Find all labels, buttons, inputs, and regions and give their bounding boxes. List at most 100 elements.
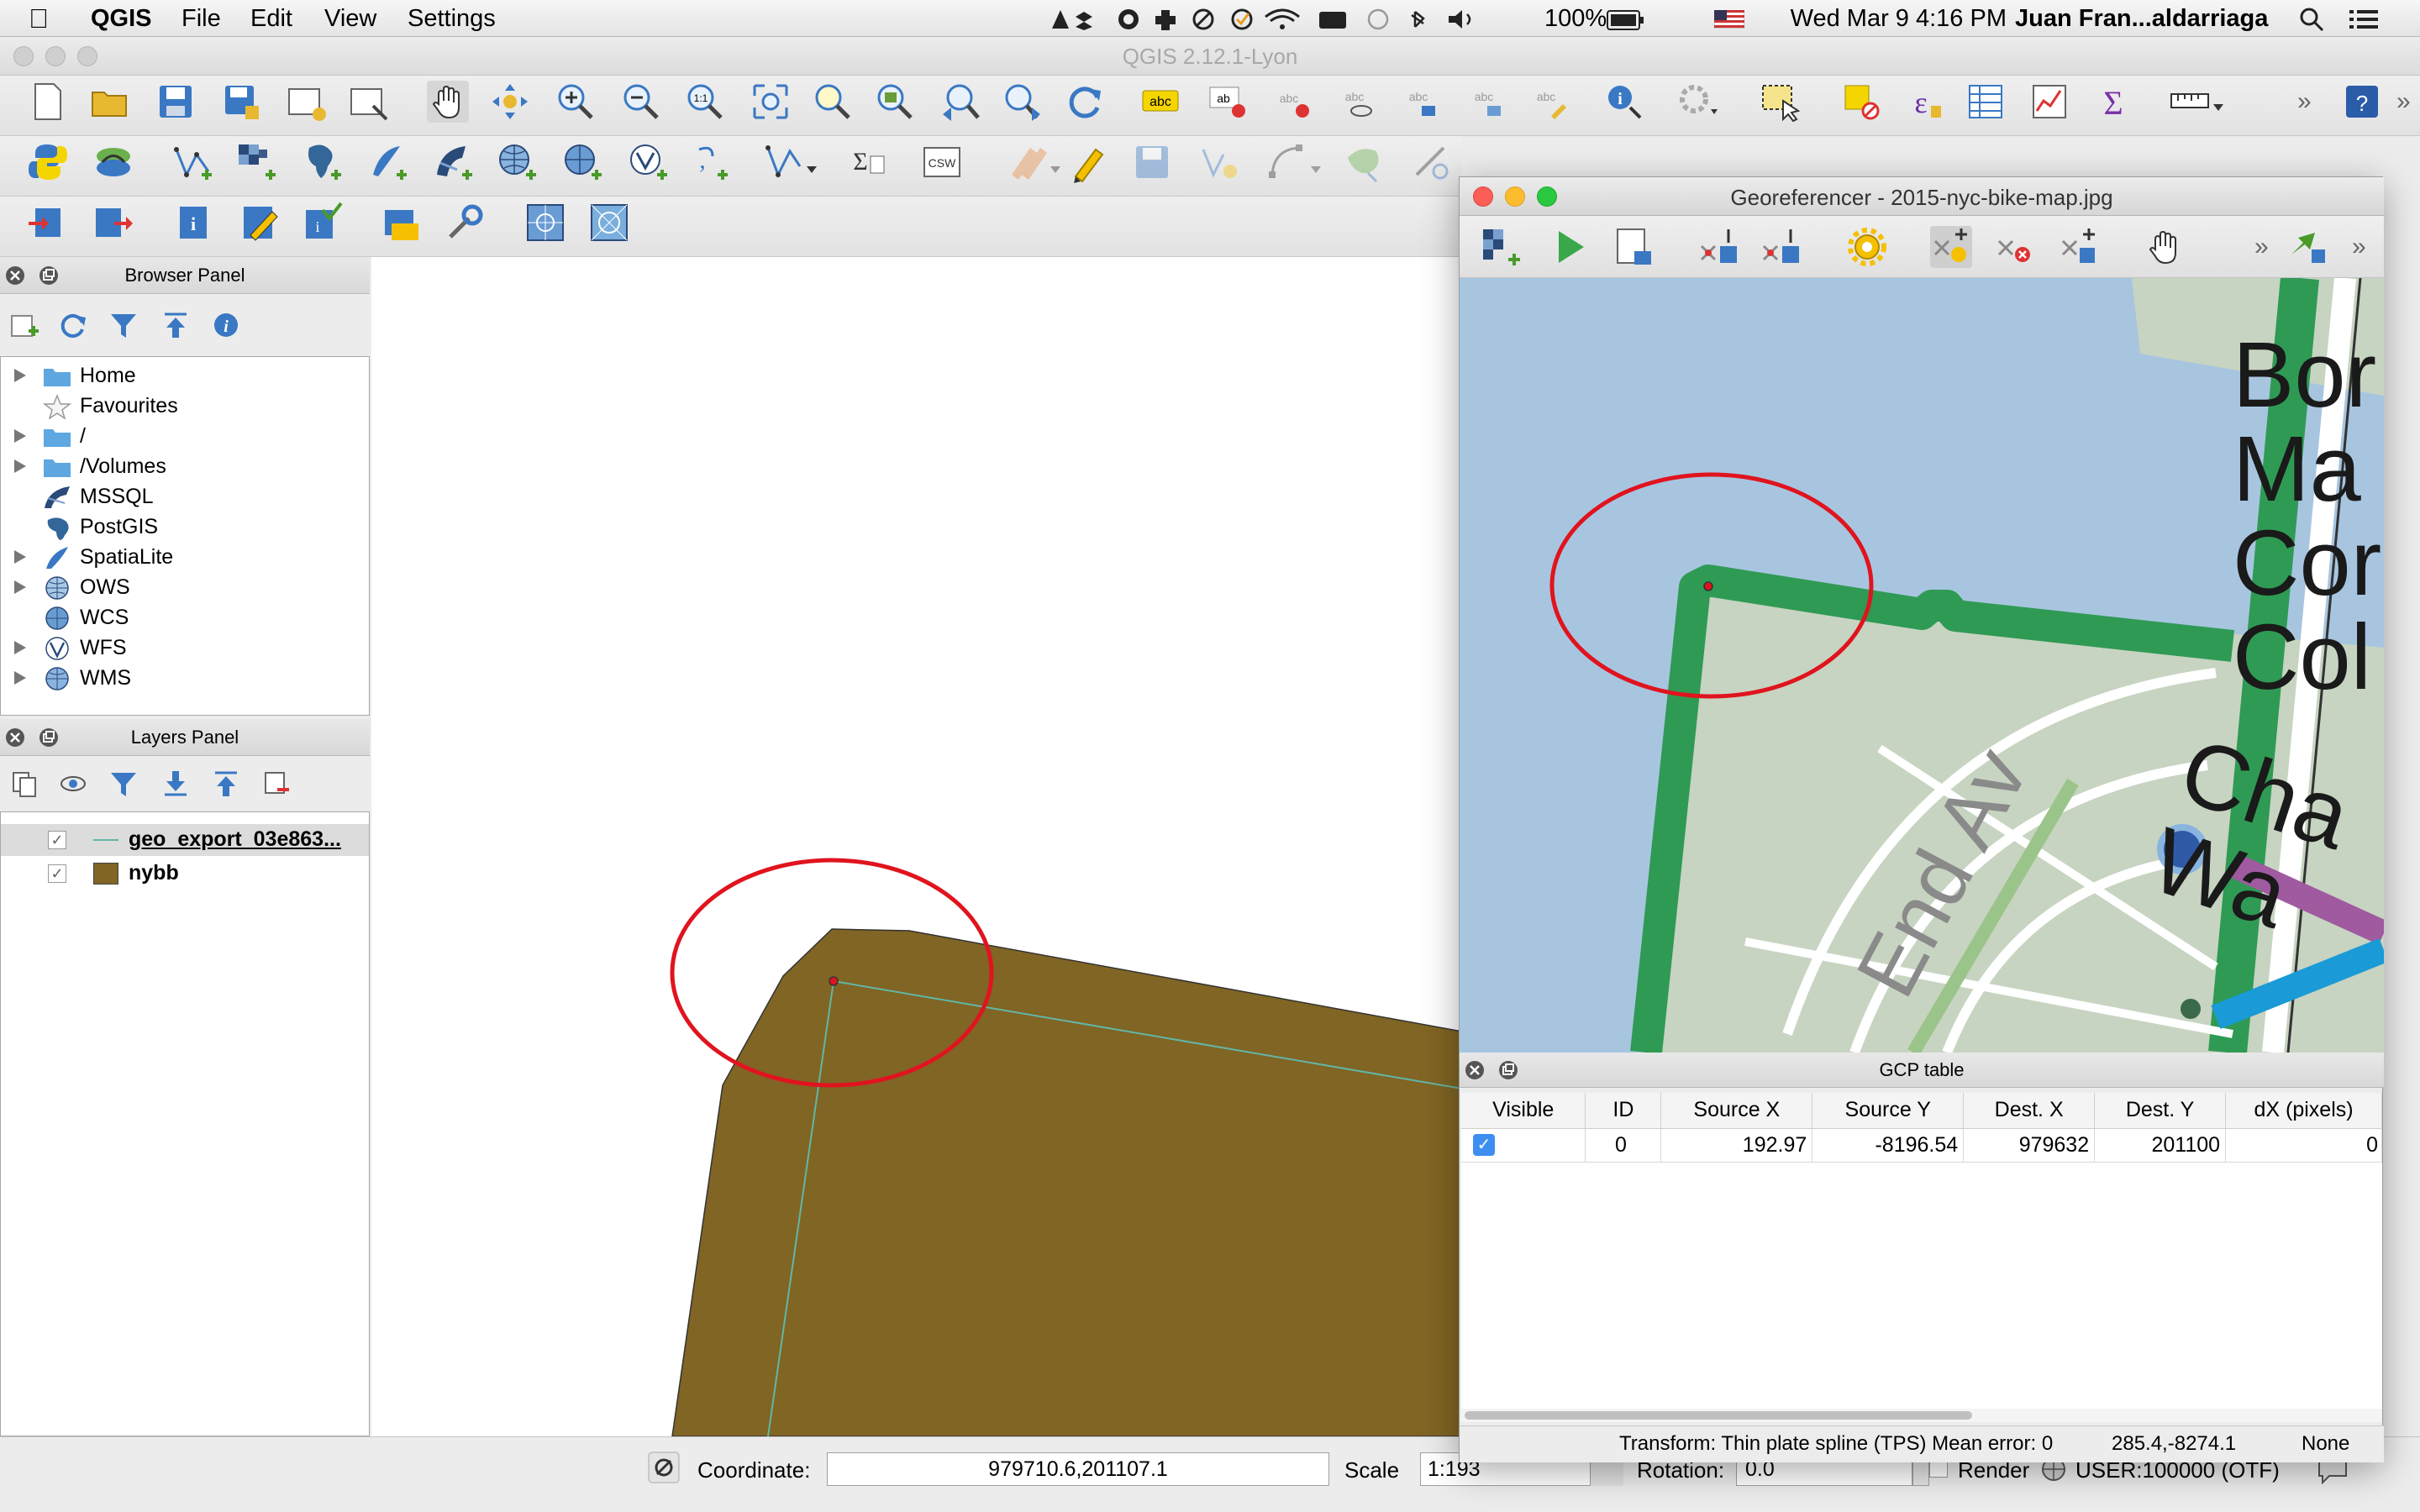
new-shapefile-layer-icon[interactable] [765, 141, 823, 183]
column-header[interactable]: Dest. Y [2094, 1093, 2227, 1129]
pin-labels-icon[interactable]: ab [1207, 81, 1249, 123]
refresh-browser-icon[interactable] [59, 311, 87, 339]
menu-app-name[interactable]: QGIS [91, 3, 152, 34]
measure-line-icon[interactable] [2168, 81, 2227, 123]
move-label-icon[interactable]: abc [1400, 81, 1442, 123]
coordinate-field[interactable]: 979710.6,201107.1 [827, 1452, 1329, 1486]
add-feature-icon[interactable] [1197, 141, 1239, 183]
attribute-table-icon[interactable] [1965, 81, 2007, 123]
toolbar-overflow-icon[interactable]: » [2297, 87, 2312, 116]
browser-item-wcs[interactable]: WCS [1, 602, 369, 633]
add-point-icon[interactable] [1930, 226, 1972, 268]
zoom-last-icon[interactable] [939, 81, 981, 123]
move-gcp-point-icon[interactable] [2058, 226, 2100, 268]
menu-settings[interactable]: Settings [408, 3, 496, 34]
layer-row-nybb[interactable]: ✓ nybb [1, 858, 369, 890]
deselect-features-icon[interactable] [1840, 81, 1882, 123]
open-project-icon[interactable] [89, 81, 131, 123]
plugin-import-icon[interactable] [27, 202, 69, 244]
open-raster-icon[interactable] [1480, 226, 1522, 268]
plugin-edit-icon[interactable] [239, 202, 281, 244]
plugin-tools-icon[interactable] [444, 202, 486, 244]
browser-item-ows[interactable]: OWS [1, 572, 369, 602]
add-virtual-layer-icon[interactable]: Σ [845, 141, 887, 183]
add-mssql-layer-icon[interactable] [432, 141, 474, 183]
save-project-icon[interactable] [155, 81, 197, 123]
column-header[interactable]: Source Y [1812, 1093, 1965, 1129]
plugin-grid-icon[interactable] [524, 202, 566, 244]
add-wms-layer-icon[interactable] [496, 141, 538, 183]
layer-visibility-checkbox[interactable]: ✓ [48, 864, 66, 883]
plugin-folder-icon[interactable] [380, 202, 422, 244]
menu-file[interactable]: File [182, 3, 221, 34]
table-row[interactable]: ✓ 0 192.97 -8196.54 979632 201100 0 [1461, 1128, 2382, 1163]
transformation-settings-icon[interactable] [1846, 226, 1888, 268]
start-georeferencing-icon[interactable] [1549, 226, 1591, 268]
spotlight-search-icon[interactable] [2299, 7, 2324, 32]
identify-features-icon[interactable]: i [1603, 81, 1645, 123]
close-panel-icon[interactable] [5, 727, 25, 748]
column-header[interactable]: Visible [1461, 1093, 1586, 1129]
close-panel-icon[interactable] [5, 265, 25, 286]
manage-layer-visibility-icon[interactable] [59, 769, 87, 798]
collapse-all-layers-icon[interactable] [212, 769, 240, 798]
show-hide-labels-icon[interactable]: abc [1336, 81, 1378, 123]
save-layer-edits-icon[interactable] [1131, 141, 1173, 183]
add-delimited-text-layer-icon[interactable]: , [687, 141, 729, 183]
run-feature-action-icon[interactable] [1677, 81, 1719, 123]
georef-toolbar-overflow-icon[interactable]: » [2254, 233, 2269, 261]
browser-item-home[interactable]: Home [1, 360, 369, 391]
georeferencer-map-view[interactable]: Bor Ma Cor Col Cha Wa End Av [1460, 278, 2384, 1053]
rotate-label-icon[interactable]: abc [1465, 81, 1507, 123]
add-wfs-layer-icon[interactable] [627, 141, 669, 183]
layer-row-geo-export[interactable]: ✓ geo_export_03e863... [1, 824, 369, 856]
load-gcp-points-icon[interactable] [1698, 226, 1740, 268]
column-header[interactable]: Dest. X [1963, 1093, 2096, 1129]
statistical-summary-icon[interactable] [2028, 81, 2070, 123]
georef-pan-icon[interactable] [2144, 226, 2186, 268]
layer-visibility-checkbox[interactable]: ✓ [48, 831, 66, 849]
expand-arrow-icon[interactable] [14, 369, 26, 382]
composer-manager-icon[interactable] [348, 81, 390, 123]
zoom-out-icon[interactable] [620, 81, 662, 123]
apple-icon[interactable]:  [29, 3, 49, 34]
column-header[interactable]: dX (pixels) [2225, 1093, 2382, 1129]
expand-arrow-icon[interactable] [14, 641, 26, 654]
menubar-user[interactable]: Juan Fran...aldarriaga [2015, 3, 2268, 34]
add-csw-icon[interactable]: CSW [921, 141, 963, 183]
float-panel-icon[interactable] [39, 265, 59, 286]
layer-labeling-icon[interactable]: abc [1139, 81, 1181, 123]
expand-arrow-icon[interactable] [14, 580, 26, 594]
remove-layer-icon[interactable] [262, 769, 291, 798]
visible-cell[interactable]: ✓ [1461, 1128, 1586, 1163]
toolbar-overflow-icon-2[interactable]: » [2396, 87, 2411, 116]
add-vector-layer-icon[interactable] [171, 141, 213, 183]
browser-item-spatialite[interactable]: SpatiaLite [1, 542, 369, 572]
column-header[interactable]: Source X [1660, 1093, 1813, 1129]
visible-checkbox[interactable]: ✓ [1473, 1134, 1495, 1156]
browser-item-volumes[interactable]: /Volumes [1, 451, 369, 481]
menubar-clock[interactable]: Wed Mar 9 4:16 PM [1721, 3, 2007, 34]
plugin-grid-icon-2[interactable] [588, 202, 630, 244]
properties-info-icon[interactable]: i [212, 311, 240, 339]
expand-arrow-icon[interactable] [14, 671, 26, 685]
browser-item-wms[interactable]: WMS [1, 663, 369, 693]
field-calculator-icon[interactable]: ε [1902, 81, 1944, 123]
collapse-all-icon[interactable] [161, 311, 190, 339]
dx-cell[interactable]: 0 [2225, 1128, 2382, 1163]
gcp-table-scrollbar[interactable] [1461, 1409, 2382, 1422]
source-x-cell[interactable]: 192.97 [1660, 1128, 1813, 1163]
zoom-to-selection-icon[interactable] [812, 81, 854, 123]
georef-toolbar-overflow-icon-2[interactable]: » [2352, 233, 2366, 261]
delete-point-icon[interactable] [1994, 226, 2036, 268]
zoom-to-layer-icon[interactable] [874, 81, 916, 123]
scrollbar-thumb[interactable] [1465, 1411, 1972, 1420]
new-print-composer-icon[interactable] [286, 81, 328, 123]
close-panel-icon[interactable] [1465, 1060, 1485, 1080]
delete-part-icon[interactable] [1410, 141, 1452, 183]
node-tool-icon[interactable] [1265, 141, 1324, 183]
dest-y-cell[interactable]: 201100 [2094, 1128, 2227, 1163]
select-features-icon[interactable] [1760, 81, 1802, 123]
dest-x-cell[interactable]: 979632 [1963, 1128, 2096, 1163]
pan-hand-icon[interactable] [427, 81, 469, 123]
